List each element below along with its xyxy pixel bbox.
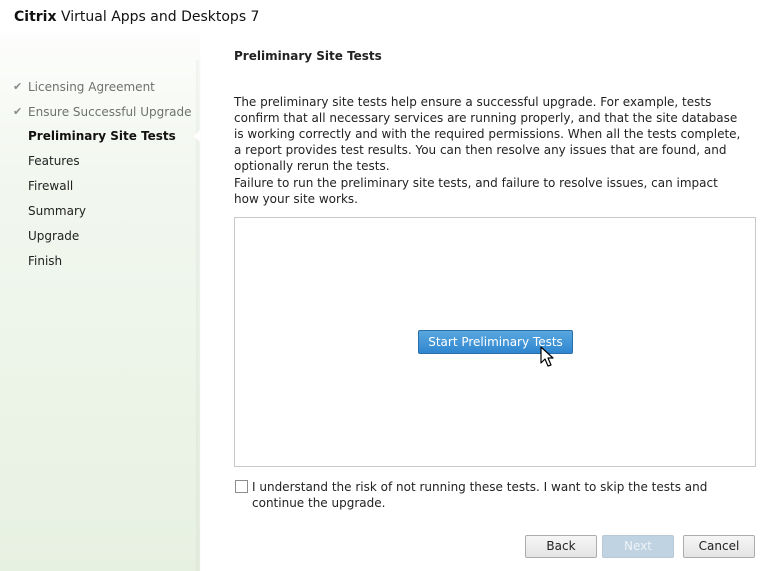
mouse-cursor-icon	[540, 346, 554, 367]
app-brand: Citrix	[14, 9, 57, 25]
sidebar-item-upgrade: Upgrade	[28, 229, 80, 243]
back-button[interactable]: Back	[525, 535, 597, 558]
sidebar-item-finish: Finish	[28, 254, 63, 268]
sidebar-item-features: Features	[28, 154, 80, 168]
warning-text: Failure to run the preliminary site test…	[234, 176, 718, 206]
checkmark-icon: ✔	[13, 105, 23, 118]
skip-tests-label[interactable]: I understand the risk of not running the…	[252, 479, 742, 511]
sidebar-item-summary: Summary	[28, 204, 86, 218]
current-step-pointer	[194, 130, 200, 142]
title-bar: Citrix Virtual Apps and Desktops 7	[0, 0, 760, 34]
sidebar-item-firewall: Firewall	[28, 179, 74, 193]
next-button[interactable]: Next	[602, 535, 674, 558]
intro-text: The preliminary site tests help ensure a…	[234, 95, 741, 173]
page-title: Preliminary Site Tests	[234, 49, 382, 63]
sidebar-item-ensure-successful-upgrade: Ensure Successful Upgrade	[28, 105, 192, 119]
sidebar-item-preliminary-site-tests: Preliminary Site Tests	[28, 129, 176, 143]
app-title: Virtual Apps and Desktops 7	[61, 9, 260, 25]
skip-tests-checkbox[interactable]	[235, 480, 248, 493]
checkmark-icon: ✔	[13, 80, 23, 93]
sidebar-item-licensing-agreement: Licensing Agreement	[28, 80, 155, 94]
cancel-button[interactable]: Cancel	[683, 535, 755, 558]
test-results-panel: Start Preliminary Tests	[234, 217, 756, 467]
